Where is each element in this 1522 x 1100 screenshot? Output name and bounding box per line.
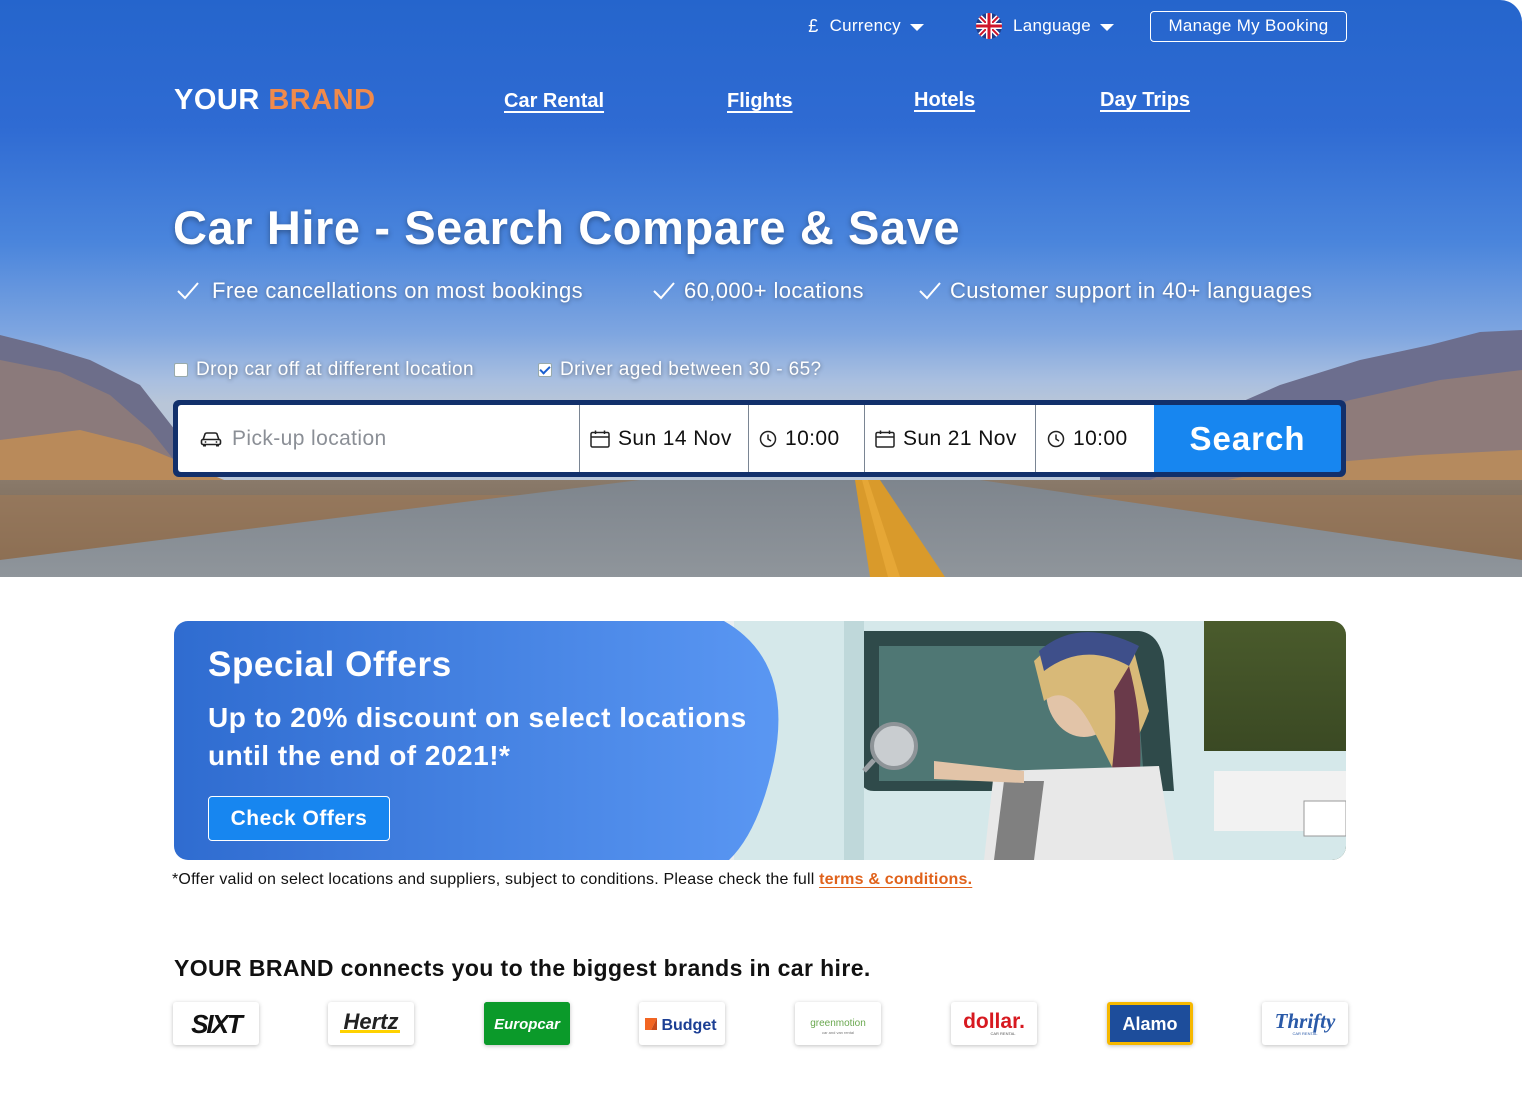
nav-hotels[interactable]: Hotels (914, 89, 975, 112)
checkmark-icon (177, 282, 199, 300)
europcar-logo[interactable]: Europcar (484, 1002, 570, 1045)
budget-logo[interactable]: Budget (639, 1002, 725, 1045)
thrifty-logo-text: Thrifty (1275, 1009, 1336, 1033)
dropoff-date-field[interactable]: Sun 21 Nov (865, 405, 1036, 472)
dollar-logo-subtext: CAR RENTAL (990, 1031, 1016, 1036)
brand-logo-part1: YOUR (174, 84, 269, 116)
thrifty-logo-subtext: CAR RENTAL (1292, 1031, 1318, 1036)
pickup-time-field[interactable]: 10:00 (749, 405, 865, 472)
dropoff-date-value: Sun 21 Nov (903, 426, 1017, 450)
greenmotion-logo-subtext: car and van rental (822, 1030, 854, 1035)
offer-description: Up to 20% discount on select locations u… (208, 702, 747, 771)
dropoff-time-value: 10:00 (1073, 426, 1128, 450)
offer-text-panel: Special Offers Up to 20% discount on sel… (174, 621, 814, 860)
alamo-logo-text: Alamo (1122, 1014, 1177, 1034)
usp-text: 60,000+ locations (684, 278, 864, 303)
special-offers-banner: Special Offers Up to 20% discount on sel… (174, 621, 1346, 860)
partners-heading: YOUR BRAND connects you to the biggest b… (174, 955, 871, 981)
language-selector[interactable]: Language (975, 13, 1114, 39)
pickup-location-field[interactable] (178, 405, 580, 472)
usp-text: Free cancellations on most bookings (212, 278, 584, 303)
brand-logo[interactable]: YOUR BRAND (174, 84, 376, 117)
chevron-down-icon (909, 23, 924, 31)
checkmark-icon (919, 282, 941, 300)
nav-car-rental[interactable]: Car Rental (504, 90, 604, 113)
driver-age-checkbox[interactable] (538, 363, 552, 377)
drop-off-label: Drop car off at different location (196, 359, 474, 380)
usp-item: Free cancellations on most bookings (176, 278, 583, 304)
checkmark-icon (653, 282, 675, 300)
usp-item: 60,000+ locations (652, 278, 864, 304)
pound-currency-icon: £ (808, 15, 819, 36)
uk-flag-icon (975, 13, 1002, 39)
car-icon (200, 431, 222, 446)
drop-off-different-location-option[interactable]: Drop car off at different location (174, 359, 474, 381)
chevron-down-icon (1100, 23, 1114, 31)
currency-selector[interactable]: £ Currency (808, 16, 924, 37)
hero-title: Car Hire - Search Compare & Save (173, 201, 961, 254)
language-label: Language (1012, 16, 1091, 35)
manage-my-booking-button[interactable]: Manage My Booking (1150, 10, 1347, 42)
calendar-icon (590, 430, 610, 448)
driver-age-option[interactable]: Driver aged between 30 - 65? (538, 359, 822, 381)
search-bar: Sun 14 Nov 10:00 Sun 21 Nov 10:00 Search (173, 400, 1346, 477)
dollar-logo[interactable]: dollar. CAR RENTAL (951, 1002, 1037, 1045)
budget-logo-text: Budget (661, 1017, 717, 1034)
usp-text: Customer support in 40+ languages (950, 278, 1313, 303)
nav-day-trips[interactable]: Day Trips (1100, 89, 1190, 112)
offer-disclaimer: *Offer valid on select locations and sup… (172, 871, 972, 889)
terms-conditions-link[interactable]: terms & conditions. (819, 871, 972, 888)
drop-off-checkbox[interactable] (174, 363, 188, 377)
offer-title: Special Offers (208, 645, 452, 684)
thrifty-logo[interactable]: Thrifty CAR RENTAL (1262, 1002, 1348, 1045)
search-button[interactable]: Search (1154, 405, 1341, 472)
greenmotion-logo-text: greenmotion (810, 1018, 866, 1029)
top-utility-bar: £ Currency Language Manage My Booking (808, 10, 1347, 42)
alamo-logo[interactable]: Alamo (1107, 1002, 1193, 1045)
sixt-logo-text: SIXT (191, 1009, 245, 1039)
clock-icon (759, 430, 777, 448)
calendar-icon (875, 430, 895, 448)
nav-flights[interactable]: Flights (727, 90, 793, 113)
greenmotion-logo[interactable]: greenmotion car and van rental (795, 1002, 881, 1045)
clock-icon (1047, 430, 1065, 448)
pickup-location-input[interactable] (232, 426, 552, 451)
currency-label: Currency (829, 16, 901, 35)
pickup-time-value: 10:00 (785, 426, 840, 450)
sixt-logo[interactable]: SIXT (173, 1002, 259, 1045)
dollar-logo-text: dollar. (963, 1010, 1025, 1033)
driver-age-label: Driver aged between 30 - 65? (560, 359, 822, 380)
pickup-date-value: Sun 14 Nov (618, 426, 732, 450)
hertz-logo[interactable]: Hertz (328, 1002, 414, 1045)
pickup-date-field[interactable]: Sun 14 Nov (580, 405, 749, 472)
usp-item: Customer support in 40+ languages (918, 278, 1312, 304)
hertz-logo-text: Hertz (343, 1009, 398, 1034)
disclaimer-text: *Offer valid on select locations and sup… (172, 871, 820, 888)
europcar-logo-text: Europcar (494, 1016, 561, 1033)
dropoff-time-field[interactable]: 10:00 (1036, 405, 1154, 472)
hero-section: £ Currency Language Manage My Booking YO… (0, 0, 1522, 577)
check-offers-button[interactable]: Check Offers (208, 796, 390, 841)
brand-logo-part2: BRAND (268, 84, 376, 116)
